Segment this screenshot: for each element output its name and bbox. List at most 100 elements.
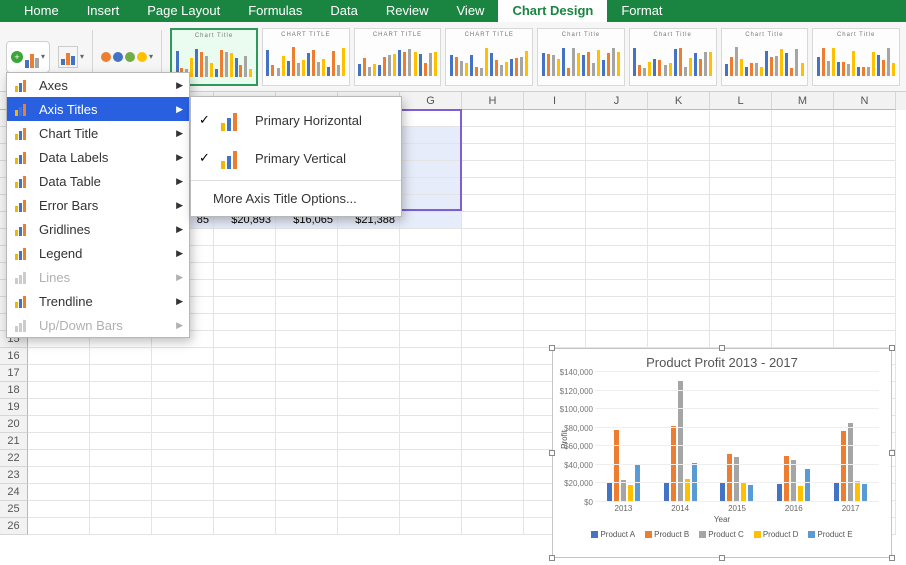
cell[interactable] [214,518,276,535]
cell[interactable] [214,297,276,314]
cell[interactable] [834,229,896,246]
cell[interactable] [648,314,710,331]
cell[interactable] [524,280,586,297]
cell[interactable] [648,297,710,314]
cell[interactable] [214,382,276,399]
cell[interactable] [28,501,90,518]
cell[interactable] [152,501,214,518]
cell[interactable] [586,212,648,229]
chart-style-8[interactable]: Chart Title [812,28,900,86]
bar[interactable] [678,381,683,502]
cell[interactable] [338,501,400,518]
cell[interactable] [400,348,462,365]
chart-style-7[interactable]: Chart Title [721,28,809,86]
cell[interactable] [834,331,896,348]
cell[interactable] [462,416,524,433]
col-header[interactable]: K [648,92,710,110]
cell[interactable] [400,144,462,161]
menu-item-chart-title[interactable]: Chart Title▶ [7,121,189,145]
cell[interactable] [834,297,896,314]
cell[interactable] [462,331,524,348]
cell[interactable] [338,484,400,501]
cell[interactable] [276,382,338,399]
cell[interactable] [400,127,462,144]
tab-data[interactable]: Data [316,0,371,22]
cell[interactable] [276,280,338,297]
cell[interactable] [90,399,152,416]
cell[interactable] [834,314,896,331]
cell[interactable] [710,229,772,246]
cell[interactable] [338,365,400,382]
cell[interactable] [462,450,524,467]
bar[interactable] [727,454,732,502]
cell[interactable] [710,110,772,127]
cell[interactable] [276,314,338,331]
cell[interactable] [400,263,462,280]
cell[interactable] [214,450,276,467]
cell[interactable] [90,365,152,382]
cell[interactable] [338,467,400,484]
bar[interactable] [664,482,669,502]
chart-style-5[interactable]: Chart Title [537,28,625,86]
cell[interactable] [710,314,772,331]
cell[interactable] [772,178,834,195]
cell[interactable] [462,467,524,484]
cell[interactable] [524,314,586,331]
bar[interactable] [834,483,839,503]
cell[interactable] [152,467,214,484]
cell[interactable] [586,110,648,127]
cell[interactable] [772,229,834,246]
cell[interactable] [586,314,648,331]
cell[interactable] [90,348,152,365]
tab-page-layout[interactable]: Page Layout [133,0,234,22]
cell[interactable] [772,280,834,297]
cell[interactable] [90,433,152,450]
menu-item-data-table[interactable]: Data Table▶ [7,169,189,193]
cell[interactable] [214,314,276,331]
cell[interactable] [400,246,462,263]
row-header[interactable]: 16 [0,348,28,365]
legend-item[interactable]: Product A [591,530,635,539]
col-header[interactable]: N [834,92,896,110]
cell[interactable] [462,161,524,178]
cell[interactable] [152,365,214,382]
cell[interactable] [28,467,90,484]
bar[interactable] [798,486,803,502]
cell[interactable] [710,178,772,195]
cell[interactable] [462,382,524,399]
cell[interactable] [834,263,896,280]
cell[interactable] [462,229,524,246]
cell[interactable] [648,178,710,195]
menu-item-axes[interactable]: Axes▶ [7,73,189,97]
cell[interactable] [276,518,338,535]
cell[interactable] [710,161,772,178]
cell[interactable] [276,263,338,280]
cell[interactable] [586,331,648,348]
cell[interactable] [710,195,772,212]
row-header[interactable]: 21 [0,433,28,450]
cell[interactable] [524,161,586,178]
chart-style-6[interactable]: Chart Title [629,28,717,86]
cell[interactable] [648,110,710,127]
cell[interactable] [586,229,648,246]
chart-style-3[interactable]: CHART TITLE [354,28,442,86]
legend-item[interactable]: Product E [808,530,852,539]
row-header[interactable]: 18 [0,382,28,399]
cell[interactable] [462,263,524,280]
cell[interactable] [400,365,462,382]
cell[interactable] [214,263,276,280]
row-header[interactable]: 26 [0,518,28,535]
cell[interactable] [834,246,896,263]
bar[interactable] [805,469,810,502]
cell[interactable] [524,297,586,314]
cell[interactable] [462,110,524,127]
cell[interactable] [214,229,276,246]
col-header[interactable]: J [586,92,648,110]
cell[interactable] [710,297,772,314]
cell[interactable] [648,263,710,280]
row-header[interactable]: 20 [0,416,28,433]
cell[interactable] [772,263,834,280]
bar[interactable] [791,460,796,502]
cell[interactable] [586,127,648,144]
cell[interactable] [462,314,524,331]
